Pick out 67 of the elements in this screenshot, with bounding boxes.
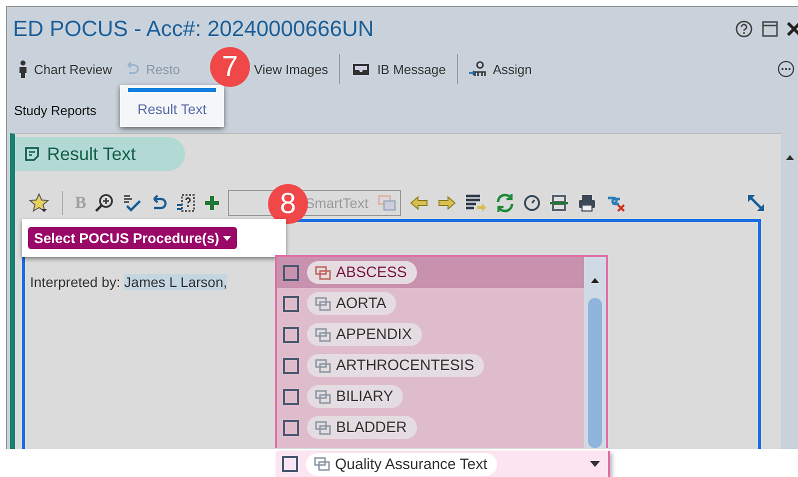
checkbox[interactable] <box>283 358 299 374</box>
procedure-chip: AORTA <box>307 292 396 315</box>
procedure-option[interactable]: ARTHROCENTESIS <box>277 350 584 381</box>
checkbox[interactable] <box>283 264 299 280</box>
procedure-option[interactable]: BLADDER <box>277 412 584 443</box>
undo-icon[interactable] <box>150 194 168 212</box>
windows-icon <box>315 390 331 404</box>
clock-icon[interactable] <box>523 194 542 212</box>
option-chip: Quality Assurance Text <box>306 452 498 476</box>
zoom-in-icon[interactable] <box>94 193 114 213</box>
scrollbar[interactable] <box>584 257 606 448</box>
option-combo[interactable]: Quality Assurance Text <box>276 451 610 477</box>
checkbox[interactable] <box>282 456 298 472</box>
left-arrow-icon[interactable] <box>409 195 430 211</box>
help-icon[interactable] <box>735 20 753 38</box>
interpreted-by-label: Interpreted by: <box>30 274 120 290</box>
procedure-chip: BILIARY <box>307 385 404 408</box>
study-reports-tab[interactable]: Study Reports <box>14 98 96 122</box>
window-title: ED POCUS - Acc#: 20240000666UN <box>13 16 374 42</box>
expand-icon[interactable] <box>747 194 765 212</box>
checkbox[interactable] <box>283 296 299 312</box>
procedure-option[interactable]: AORTA <box>277 288 584 319</box>
procedure-dropdown-button[interactable]: Select POCUS Procedure(s) <box>28 227 238 249</box>
toolbar-button[interactable]: View Images <box>249 60 334 78</box>
caret-icon <box>223 236 232 240</box>
signer-name: James L Larson, <box>124 274 228 290</box>
result-text-tab[interactable]: Result Text <box>120 85 224 127</box>
plus-icon[interactable] <box>204 195 220 211</box>
procedure-option[interactable]: ABSCESS <box>277 257 584 288</box>
spellcheck-icon[interactable] <box>122 193 142 213</box>
windows-icon <box>378 195 396 211</box>
scanner-icon[interactable] <box>549 193 570 213</box>
windows-icon <box>315 328 331 342</box>
tray-icon <box>351 61 372 77</box>
procedure-option[interactable]: APPENDIX <box>277 319 584 350</box>
toolbar-button[interactable]: Chart Review <box>13 58 118 80</box>
scroll-up-icon[interactable] <box>590 277 600 284</box>
procedure-chip: ABSCESS <box>307 261 417 284</box>
procedure-option[interactable]: BILIARY <box>277 381 584 412</box>
checkbox[interactable] <box>283 420 299 436</box>
caret-icon[interactable] <box>590 461 600 467</box>
procedure-chip: BLADDER <box>307 416 417 439</box>
assign-person-icon <box>468 61 487 77</box>
procedure-chip: ARTHROCENTESIS <box>307 354 484 377</box>
print-icon[interactable] <box>577 193 598 213</box>
scroll-up-icon[interactable] <box>785 153 795 161</box>
checkbox[interactable] <box>283 388 299 404</box>
windows-icon <box>315 358 331 372</box>
toolbar-button[interactable]: IB Message <box>346 59 451 79</box>
windows-icon <box>315 296 331 310</box>
toolbar-button[interactable]: Assign <box>464 59 537 79</box>
windows-icon <box>315 420 331 434</box>
close-icon[interactable] <box>787 20 798 38</box>
section-header: Result Text <box>15 137 185 171</box>
list-arrow-icon[interactable] <box>465 194 488 212</box>
person-icon <box>18 60 28 78</box>
right-arrow-icon[interactable] <box>437 195 458 211</box>
procedure-chip: APPENDIX <box>307 323 422 346</box>
checkbox[interactable] <box>283 326 299 342</box>
star-icon[interactable] <box>28 192 50 214</box>
windows-icon <box>314 457 330 471</box>
windows-icon <box>315 266 331 280</box>
help-box-icon[interactable] <box>176 193 196 213</box>
more-icon[interactable] <box>777 60 795 78</box>
note-icon <box>25 147 39 161</box>
maximize-icon[interactable] <box>761 20 779 38</box>
refresh-icon[interactable] <box>495 193 516 213</box>
